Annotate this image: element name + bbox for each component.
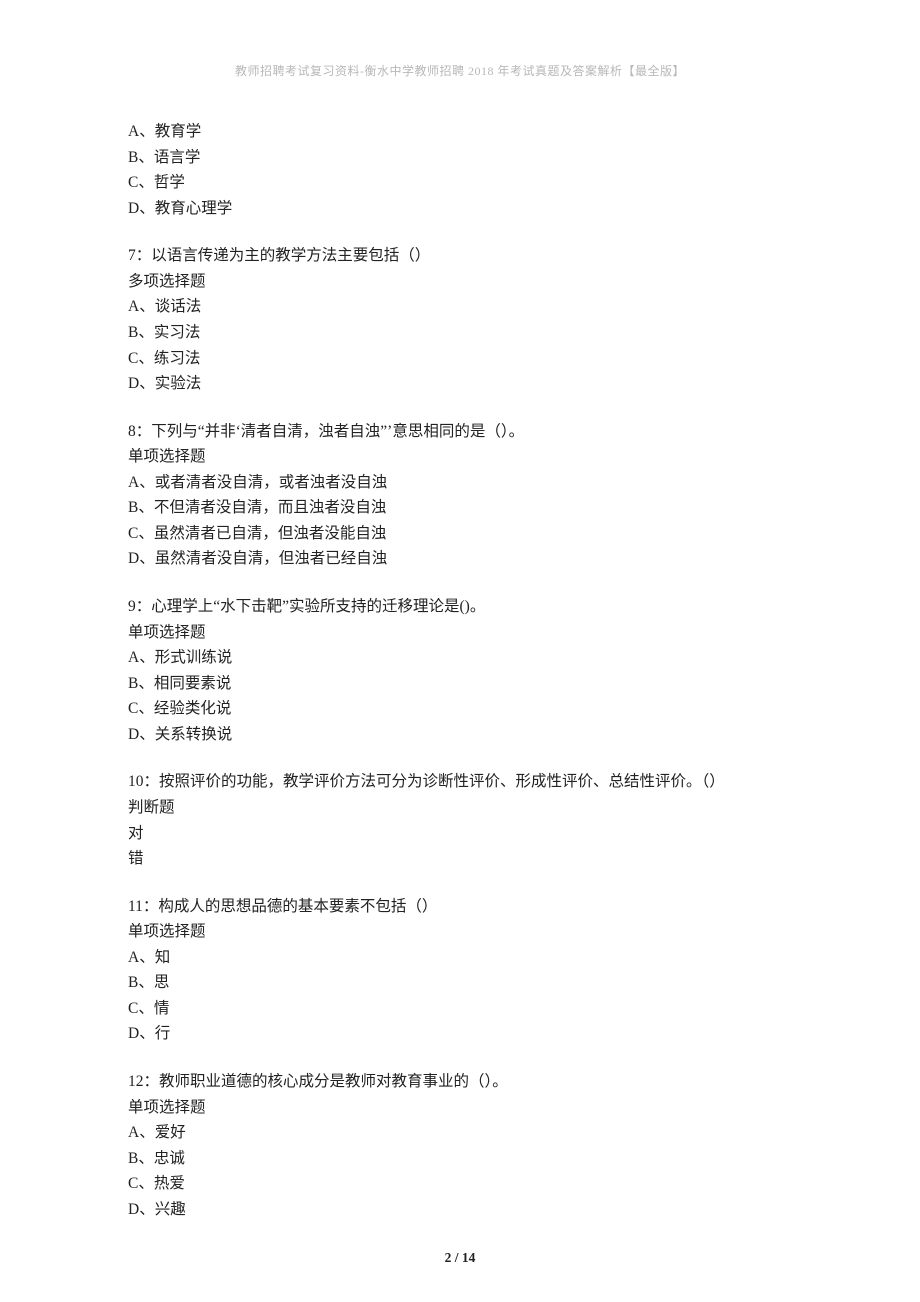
question-7: 7：以语言传递为主的教学方法主要包括（） 多项选择题 A、谈话法 B、实习法 C…	[128, 243, 792, 396]
question-8: 8：下列与“并非‘清者自清，浊者自浊”’意思相同的是（）。 单项选择题 A、或者…	[128, 419, 792, 572]
q9-option-c: C、经验类化说	[128, 696, 792, 722]
q6-option-b: B、语言学	[128, 145, 792, 171]
q10-type: 判断题	[128, 795, 792, 821]
q6-option-a: A、教育学	[128, 119, 792, 145]
q6-option-c: C、哲学	[128, 170, 792, 196]
question-10: 10：按照评价的功能，教学评价方法可分为诊断性评价、形成性评价、总结性评价。（）…	[128, 769, 792, 871]
q10-option-true: 对	[128, 821, 792, 847]
page-header: 教师招聘考试复习资料-衡水中学教师招聘 2018 年考试真题及答案解析【最全版】	[128, 62, 792, 79]
q11-type: 单项选择题	[128, 919, 792, 945]
document-content: A、教育学 B、语言学 C、哲学 D、教育心理学 7：以语言传递为主的教学方法主…	[128, 119, 792, 1222]
q10-option-false: 错	[128, 846, 792, 872]
q11-stem: 11：构成人的思想品德的基本要素不包括（）	[128, 894, 792, 920]
q6-option-d: D、教育心理学	[128, 196, 792, 222]
q11-option-d: D、行	[128, 1021, 792, 1047]
q9-stem: 9：心理学上“水下击靶”实验所支持的迁移理论是()。	[128, 594, 792, 620]
question-11: 11：构成人的思想品德的基本要素不包括（） 单项选择题 A、知 B、思 C、情 …	[128, 894, 792, 1047]
q9-option-d: D、关系转换说	[128, 722, 792, 748]
q8-type: 单项选择题	[128, 444, 792, 470]
q11-option-b: B、思	[128, 970, 792, 996]
q12-option-b: B、忠诚	[128, 1146, 792, 1172]
q7-option-d: D、实验法	[128, 371, 792, 397]
q7-type: 多项选择题	[128, 269, 792, 295]
q9-option-b: B、相同要素说	[128, 671, 792, 697]
q8-option-b: B、不但清者没自清，而且浊者没自浊	[128, 495, 792, 521]
q7-option-b: B、实习法	[128, 320, 792, 346]
q7-stem: 7：以语言传递为主的教学方法主要包括（）	[128, 243, 792, 269]
q9-option-a: A、形式训练说	[128, 645, 792, 671]
q9-type: 单项选择题	[128, 620, 792, 646]
q12-stem: 12：教师职业道德的核心成分是教师对教育事业的（）。	[128, 1069, 792, 1095]
q12-type: 单项选择题	[128, 1095, 792, 1121]
q11-option-a: A、知	[128, 945, 792, 971]
q10-stem: 10：按照评价的功能，教学评价方法可分为诊断性评价、形成性评价、总结性评价。（）	[128, 769, 792, 795]
page-footer: 2 / 14	[0, 1250, 920, 1266]
q8-stem: 8：下列与“并非‘清者自清，浊者自浊”’意思相同的是（）。	[128, 419, 792, 445]
q8-option-d: D、虽然清者没自清，但浊者已经自浊	[128, 546, 792, 572]
q7-option-c: C、练习法	[128, 346, 792, 372]
q11-option-c: C、情	[128, 996, 792, 1022]
question-12: 12：教师职业道德的核心成分是教师对教育事业的（）。 单项选择题 A、爱好 B、…	[128, 1069, 792, 1222]
q12-option-c: C、热爱	[128, 1171, 792, 1197]
question-9: 9：心理学上“水下击靶”实验所支持的迁移理论是()。 单项选择题 A、形式训练说…	[128, 594, 792, 747]
q8-option-c: C、虽然清者已自清，但浊者没能自浊	[128, 521, 792, 547]
q12-option-a: A、爱好	[128, 1120, 792, 1146]
q7-option-a: A、谈话法	[128, 294, 792, 320]
q8-option-a: A、或者清者没自清，或者浊者没自浊	[128, 470, 792, 496]
question-6-options: A、教育学 B、语言学 C、哲学 D、教育心理学	[128, 119, 792, 221]
q12-option-d: D、兴趣	[128, 1197, 792, 1223]
